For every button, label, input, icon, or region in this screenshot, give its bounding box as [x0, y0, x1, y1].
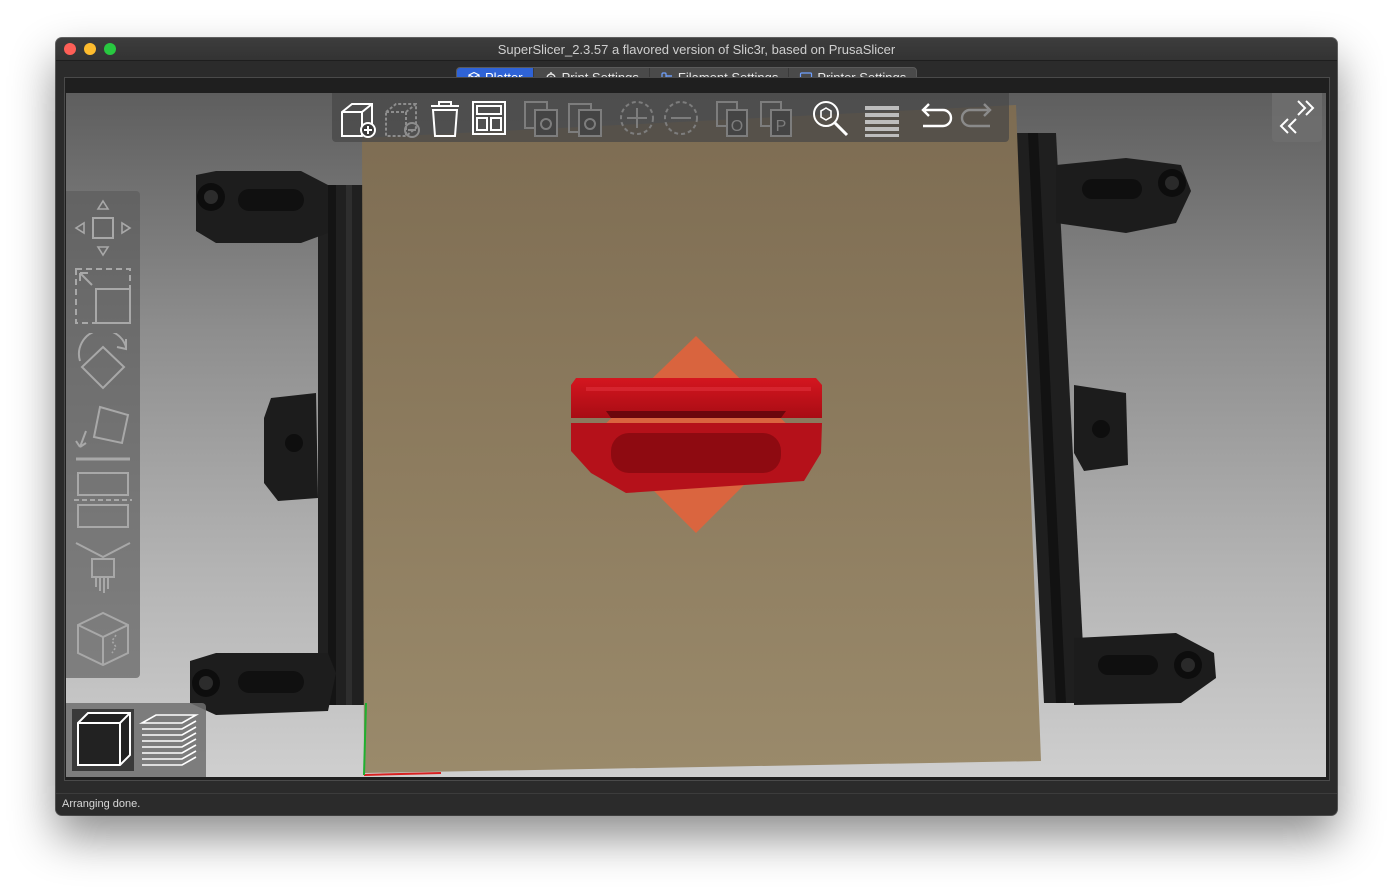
model-object[interactable]	[571, 378, 822, 493]
3d-scene	[190, 105, 1216, 776]
scale-gizmo-button[interactable]	[72, 265, 134, 327]
split-objects-button[interactable]: O	[713, 98, 753, 138]
delete-all-button[interactable]	[425, 98, 465, 138]
place-on-face-gizmo-button[interactable]	[72, 401, 134, 463]
arrange-button[interactable]	[469, 98, 509, 138]
window-title: SuperSlicer_2.3.57 a flavored version of…	[497, 42, 896, 57]
status-message: Arranging done.	[62, 798, 141, 810]
gizmo-toolbar	[66, 191, 140, 678]
add-object-icon	[341, 103, 376, 138]
split-objects-icon: O	[716, 101, 748, 137]
3d-view-cube-icon	[77, 712, 131, 766]
main-toolbar: O P	[332, 93, 1009, 142]
minus-circle-icon	[664, 101, 698, 135]
printer-frame-right	[1016, 133, 1216, 705]
svg-text:O: O	[731, 118, 743, 135]
scale-icon	[75, 268, 131, 324]
rotate-icon	[77, 333, 127, 390]
paint-gizmo-button[interactable]	[72, 537, 134, 599]
undo-icon	[921, 103, 953, 128]
delete-object-icon	[385, 103, 420, 138]
copy-icon	[524, 101, 558, 137]
collapse-sidebar-button[interactable]	[1272, 93, 1322, 142]
cut-icon	[74, 472, 132, 528]
3d-viewport[interactable]: O P	[66, 93, 1326, 777]
arrange-icon	[472, 101, 506, 135]
paste-button[interactable]	[565, 98, 605, 138]
redo-button[interactable]	[958, 98, 998, 138]
delete-object-button[interactable]	[382, 98, 422, 138]
layers-preview-icon	[138, 714, 200, 766]
redo-icon	[960, 103, 992, 128]
copy-button[interactable]	[521, 98, 561, 138]
search-button[interactable]	[810, 98, 850, 138]
printer-frame-left	[190, 171, 364, 715]
add-object-button[interactable]	[338, 98, 378, 138]
move-icon	[74, 199, 132, 257]
app-window: SuperSlicer_2.3.57 a flavored version of…	[56, 38, 1337, 815]
search-icon	[813, 101, 849, 137]
layers-editing-button[interactable]	[862, 98, 902, 138]
3d-view-button[interactable]	[72, 709, 134, 771]
status-bar: Arranging done.	[56, 793, 1337, 815]
move-gizmo-button[interactable]	[72, 197, 134, 259]
cut-gizmo-button[interactable]	[72, 469, 134, 531]
place-on-face-icon	[75, 405, 130, 461]
seam-cube-icon	[77, 611, 129, 667]
layers-icon	[865, 106, 899, 137]
plus-circle-icon	[620, 101, 654, 135]
remove-instance-button[interactable]	[661, 98, 701, 138]
title-bar: SuperSlicer_2.3.57 a flavored version of…	[56, 38, 1337, 61]
trash-icon	[431, 101, 459, 137]
paste-icon	[568, 103, 602, 137]
split-parts-icon: P	[760, 101, 792, 137]
split-parts-button[interactable]: P	[757, 98, 797, 138]
view-toggle	[66, 703, 206, 777]
undo-button[interactable]	[915, 98, 955, 138]
seam-gizmo-button[interactable]	[72, 607, 134, 669]
paint-brush-icon	[75, 542, 131, 593]
rotate-gizmo-button[interactable]	[72, 333, 134, 395]
svg-text:P: P	[776, 118, 787, 135]
add-instance-button[interactable]	[617, 98, 657, 138]
preview-button[interactable]	[138, 709, 200, 771]
double-chevron-icon	[1279, 100, 1315, 134]
x-axis	[363, 772, 442, 776]
